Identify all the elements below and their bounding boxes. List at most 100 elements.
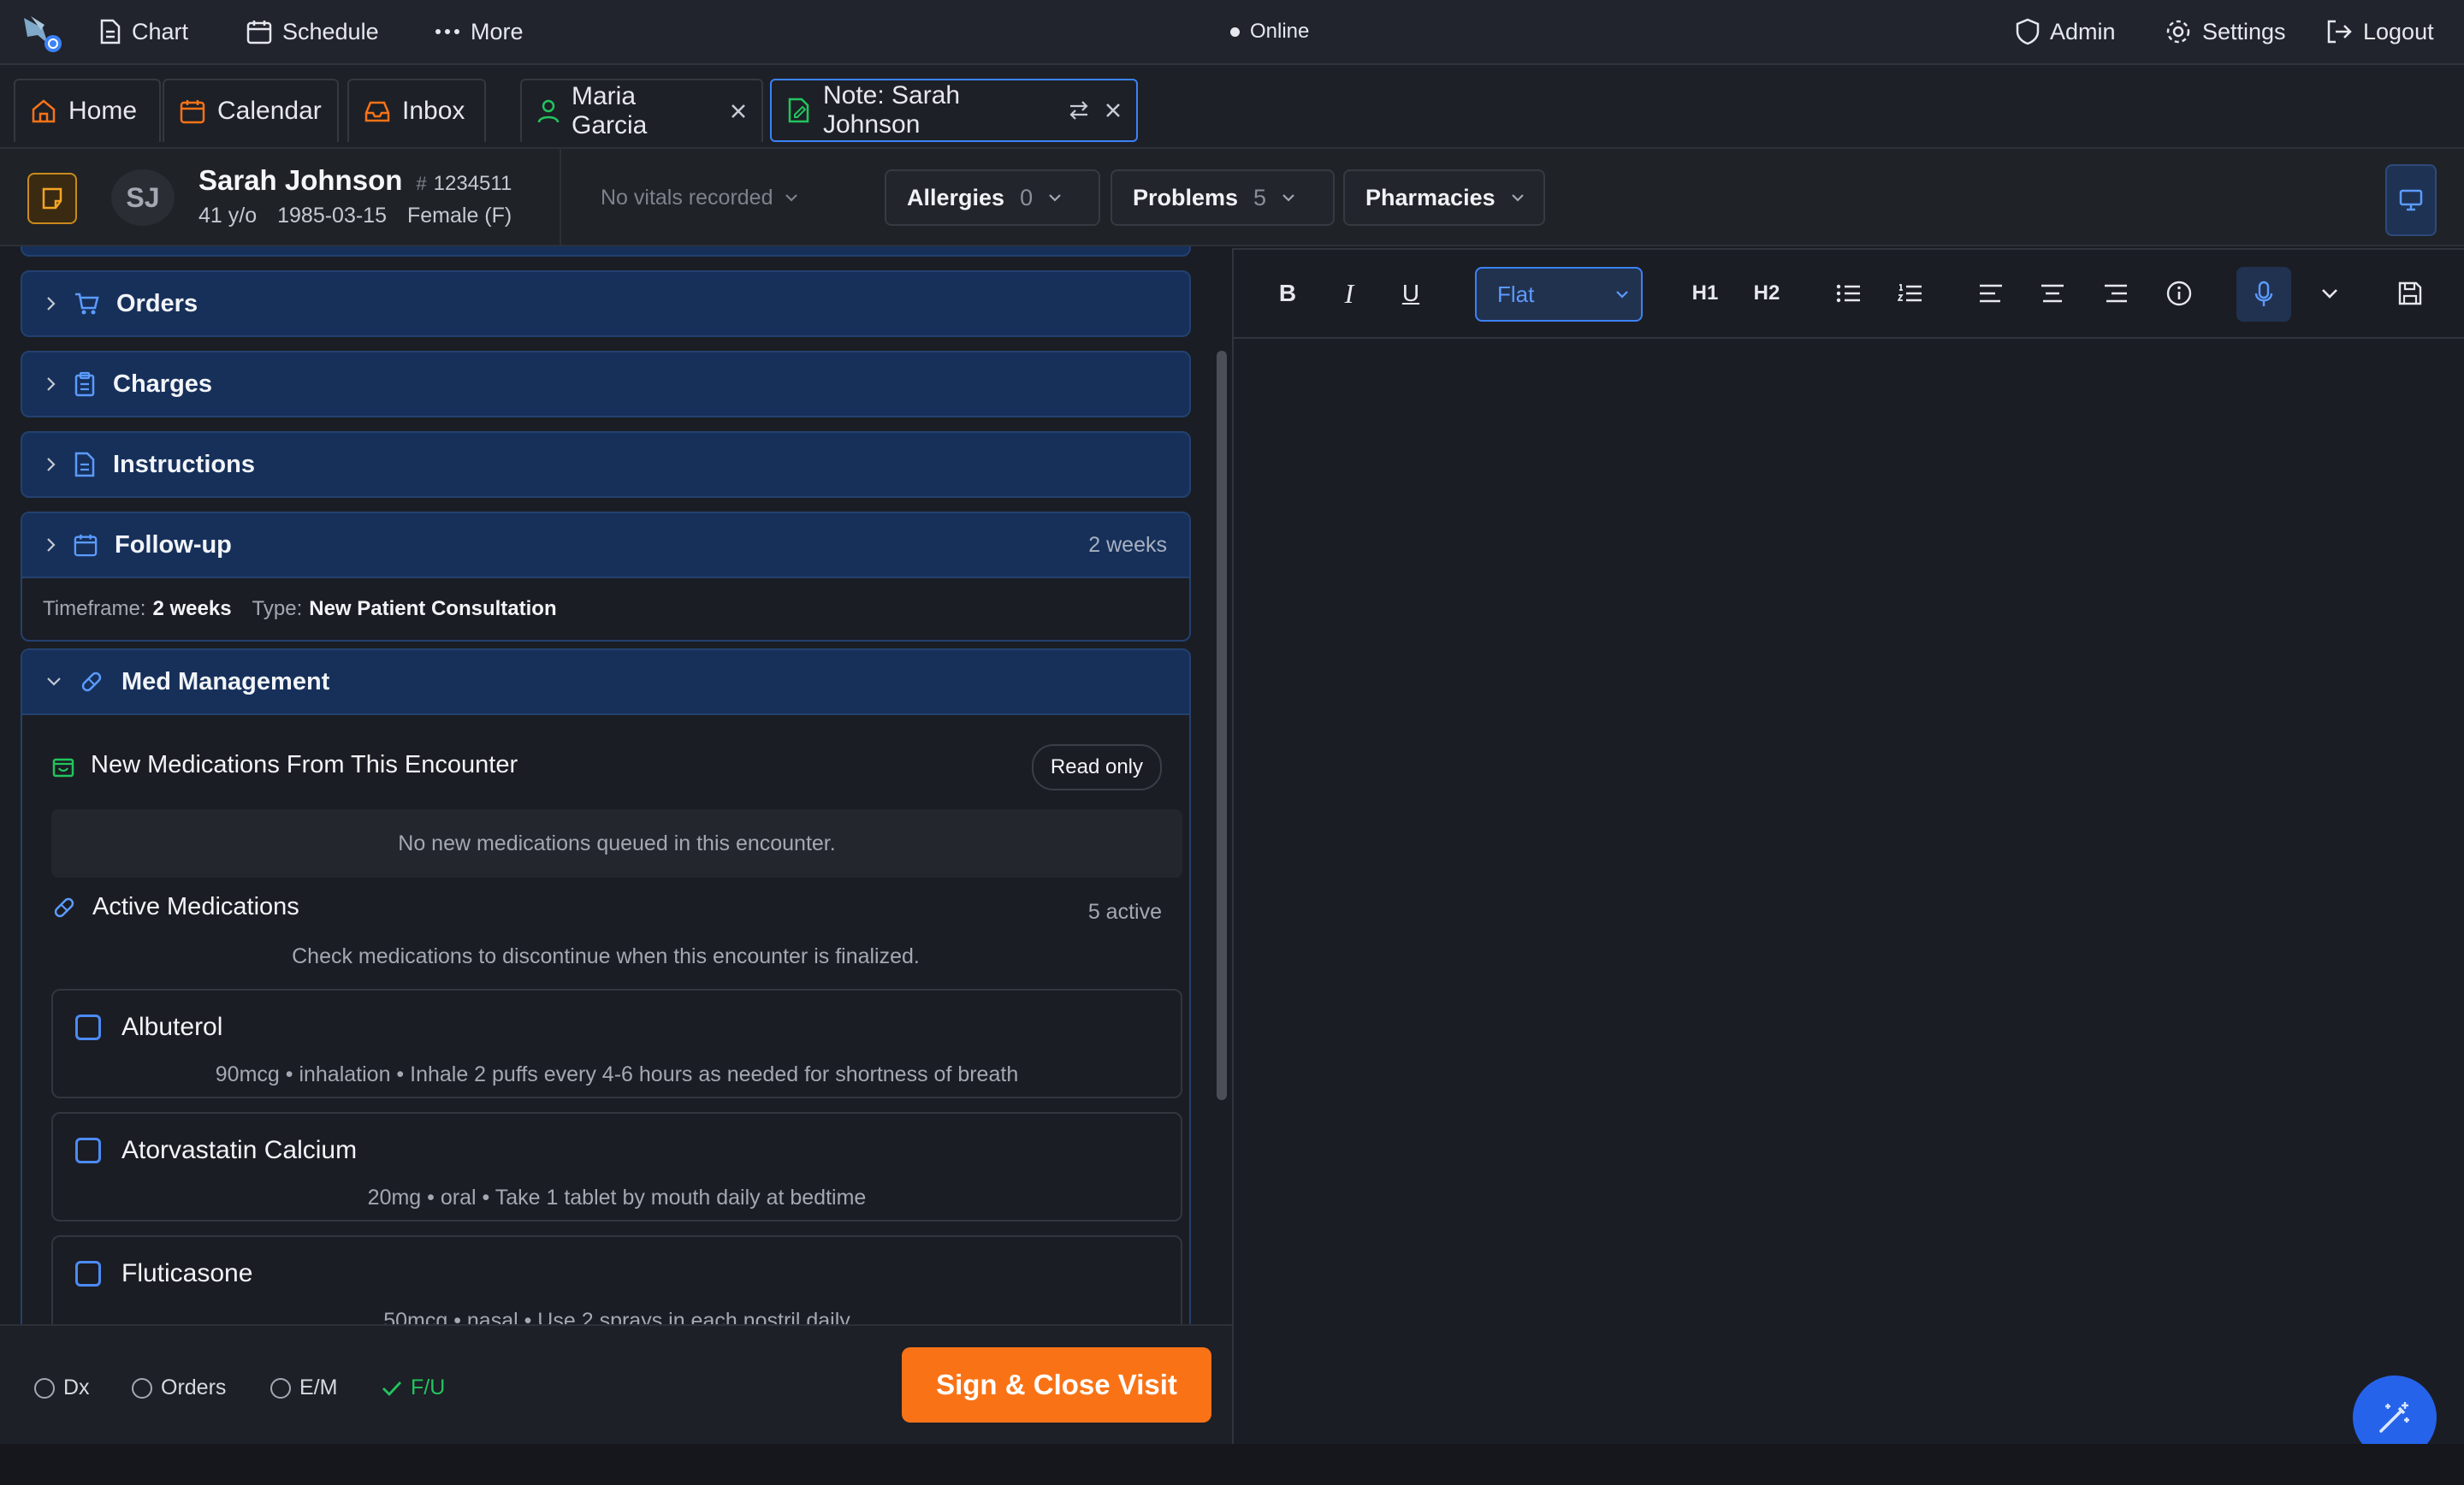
nav-logout-label: Logout bbox=[2363, 18, 2434, 44]
connection-status-label: Online bbox=[1250, 20, 1310, 43]
medication-name: Atorvastatin Calcium bbox=[121, 1136, 358, 1164]
left-panel-scrollbar[interactable] bbox=[1217, 351, 1227, 1100]
swap-icon[interactable] bbox=[1068, 99, 1090, 121]
chevron-down-icon bbox=[1615, 290, 1629, 299]
tab-calendar-label: Calendar bbox=[217, 97, 322, 125]
incomplete-circle-icon bbox=[132, 1377, 152, 1399]
monitor-icon bbox=[2399, 189, 2423, 211]
medication-card[interactable]: Atorvastatin Calcium 20mg • oral • Take … bbox=[51, 1112, 1182, 1222]
nav-schedule[interactable]: Schedule bbox=[246, 0, 379, 63]
sign-close-visit-button[interactable]: Sign & Close Visit bbox=[902, 1347, 1211, 1423]
chevron-down-icon bbox=[785, 193, 798, 202]
heading1-button[interactable]: H1 bbox=[1684, 272, 1727, 315]
nav-more[interactable]: More bbox=[435, 0, 524, 63]
problems-dropdown[interactable]: Problems 5 bbox=[1111, 169, 1335, 226]
tab-patient-maria-garcia[interactable]: Maria Garcia bbox=[520, 79, 763, 142]
section-orders[interactable]: Orders bbox=[21, 270, 1191, 337]
nav-chart-label: Chart bbox=[132, 18, 189, 44]
timeframe-value: 2 weeks bbox=[152, 597, 232, 620]
active-meds-title: Active Medications bbox=[92, 893, 299, 920]
checklist-dx-label: Dx bbox=[63, 1376, 90, 1399]
section-charges[interactable]: Charges bbox=[21, 351, 1191, 417]
dictation-button[interactable] bbox=[2236, 267, 2291, 322]
calendar-icon bbox=[180, 98, 205, 124]
incomplete-circle-icon bbox=[34, 1377, 55, 1399]
pill-icon bbox=[79, 669, 104, 695]
chevron-down-icon bbox=[46, 677, 62, 687]
discontinue-checkbox[interactable] bbox=[75, 1015, 101, 1040]
close-icon[interactable] bbox=[1105, 103, 1121, 118]
section-med-management-header[interactable]: Med Management bbox=[22, 650, 1189, 715]
cart-icon bbox=[74, 292, 99, 316]
microphone-icon bbox=[2254, 281, 2273, 306]
close-icon[interactable] bbox=[731, 104, 746, 119]
read-only-label: Read only bbox=[1050, 755, 1143, 778]
pharmacies-label: Pharmacies bbox=[1365, 184, 1496, 210]
medication-name: Albuterol bbox=[121, 1013, 223, 1041]
bold-button[interactable]: B bbox=[1266, 272, 1309, 315]
align-left-button[interactable] bbox=[1969, 272, 2012, 315]
nav-admin[interactable]: Admin bbox=[2016, 0, 2116, 63]
nav-chart[interactable]: Chart bbox=[99, 0, 188, 63]
discontinue-hint: Check medications to discontinue when th… bbox=[22, 944, 1189, 969]
save-button[interactable] bbox=[2389, 272, 2431, 315]
note-editor-content[interactable] bbox=[1234, 339, 2464, 1446]
align-right-button[interactable] bbox=[2094, 272, 2137, 315]
note-type-button[interactable] bbox=[27, 173, 77, 224]
checklist-em-label: E/M bbox=[299, 1376, 338, 1399]
section-followup-header[interactable]: Follow-up 2 weeks bbox=[22, 513, 1189, 578]
top-navigation-bar: Chart Schedule More Online Admin Setting… bbox=[0, 0, 2464, 65]
tab-note-label: Note: Sarah Johnson bbox=[823, 81, 961, 139]
connection-status: Online bbox=[1230, 0, 1309, 63]
home-icon bbox=[31, 98, 56, 124]
dictation-options-button[interactable] bbox=[2308, 272, 2351, 315]
tab-calendar[interactable]: Calendar bbox=[163, 79, 339, 142]
section-instructions[interactable]: Instructions bbox=[21, 431, 1191, 498]
medication-card[interactable]: Fluticasone 50mcg • nasal • Use 2 sprays… bbox=[51, 1235, 1182, 1324]
checklist-em[interactable]: E/M bbox=[270, 1376, 337, 1400]
nav-settings[interactable]: Settings bbox=[2165, 0, 2286, 63]
pharmacies-dropdown[interactable]: Pharmacies bbox=[1343, 169, 1545, 226]
tab-inbox[interactable]: Inbox bbox=[347, 79, 486, 142]
heading2-button[interactable]: H2 bbox=[1745, 272, 1788, 315]
section-followup-label: Follow-up bbox=[115, 530, 232, 559]
checklist-orders[interactable]: Orders bbox=[132, 1376, 226, 1400]
checklist-dx[interactable]: Dx bbox=[34, 1376, 90, 1400]
tab-home[interactable]: Home bbox=[14, 79, 161, 142]
inbox-icon bbox=[364, 99, 390, 123]
bird-logo-icon bbox=[24, 16, 62, 52]
tab-note-sarah-johnson[interactable]: Note: Sarah Johnson bbox=[770, 79, 1138, 142]
numbered-list-button[interactable] bbox=[1889, 272, 1932, 315]
underline-button[interactable]: U bbox=[1389, 272, 1432, 315]
align-left-icon bbox=[1980, 284, 2002, 303]
align-center-button[interactable] bbox=[2031, 272, 2074, 315]
vitals-label: No vitals recorded bbox=[601, 185, 773, 210]
chevron-right-icon bbox=[46, 376, 56, 392]
medication-card[interactable]: Albuterol 90mcg • inhalation • Inhale 2 … bbox=[51, 989, 1182, 1098]
vitals-dropdown[interactable]: No vitals recorded bbox=[601, 169, 798, 226]
calendar-icon bbox=[246, 19, 272, 44]
new-meds-title: New Medications From This Encounter bbox=[91, 751, 518, 778]
chevron-right-icon bbox=[46, 457, 56, 472]
allergies-dropdown[interactable]: Allergies 0 bbox=[885, 169, 1100, 226]
info-button[interactable] bbox=[2158, 272, 2200, 315]
magic-wand-icon bbox=[2379, 1402, 2409, 1433]
nav-logout[interactable]: Logout bbox=[2325, 0, 2434, 63]
discontinue-checkbox[interactable] bbox=[75, 1261, 101, 1287]
style-select[interactable]: Flat bbox=[1475, 267, 1643, 322]
display-mode-button[interactable] bbox=[2385, 164, 2437, 236]
section-instructions-label: Instructions bbox=[113, 450, 255, 478]
checklist-fu[interactable]: F/U bbox=[382, 1376, 445, 1400]
chevron-down-icon bbox=[1511, 193, 1525, 202]
window-bottom-strip bbox=[0, 1444, 2464, 1485]
bullet-list-button[interactable] bbox=[1827, 272, 1870, 315]
patient-mrn: 1234511 bbox=[433, 172, 512, 195]
more-dots-icon bbox=[435, 27, 460, 36]
encounter-footer: Dx Orders E/M F/U Sign & Close Visit bbox=[0, 1324, 1232, 1444]
problems-count: 5 bbox=[1253, 184, 1267, 210]
italic-button[interactable]: I bbox=[1328, 272, 1371, 315]
section-orders-label: Orders bbox=[116, 289, 198, 317]
nav-admin-label: Admin bbox=[2050, 18, 2116, 44]
discontinue-checkbox[interactable] bbox=[75, 1138, 101, 1163]
app-logo[interactable] bbox=[19, 0, 63, 63]
